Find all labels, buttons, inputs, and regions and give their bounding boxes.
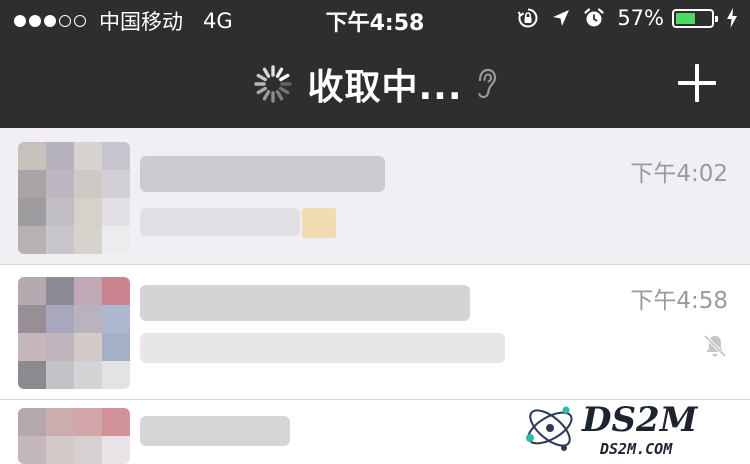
chat-row[interactable]: 下午4:58 [0, 265, 750, 399]
chat-preview-emoji-blurred [302, 208, 336, 238]
nav-title: 收取中... [307, 67, 463, 108]
spinner-spoke [263, 90, 271, 101]
battery-percent: 57% [617, 6, 664, 30]
mute-bell-icon [703, 334, 727, 358]
status-bar-right: 57% [505, 6, 738, 30]
earpiece-icon[interactable] [475, 67, 497, 101]
ds2m-watermark-logo: DS2M DS2M.COM [526, 400, 699, 458]
location-arrow-icon [551, 8, 571, 28]
avatar[interactable] [18, 142, 130, 254]
chat-time: 下午4:58 [630, 288, 728, 314]
chat-name-blurred [140, 156, 385, 192]
avatar[interactable] [18, 277, 130, 389]
watermark-brand: DS2M [581, 400, 699, 440]
nav-bar: 收取中... [0, 40, 750, 128]
chat-preview-blurred [140, 208, 300, 236]
spinner-spoke [263, 67, 271, 78]
chat-list: 下午4:02 下午4:58 DS2M DS2M.COM [0, 128, 750, 464]
nav-title-group: 收取中... [0, 40, 750, 128]
spinner-spoke [279, 73, 290, 82]
app-header: 中国移动 4G 下午4:58 57% 收取中... [0, 0, 750, 128]
spinner-spoke [257, 73, 268, 82]
spinner-spoke [276, 67, 284, 78]
avatar[interactable] [18, 408, 130, 464]
spinner-spoke [257, 86, 268, 95]
battery-icon [672, 8, 718, 28]
charging-bolt-icon [726, 7, 738, 29]
battery-tip [715, 15, 718, 22]
chat-name-blurred [140, 416, 290, 446]
battery-fill [676, 12, 696, 24]
loading-spinner-icon [254, 65, 293, 103]
add-plus-button[interactable] [678, 64, 716, 102]
spinner-spoke [276, 90, 284, 101]
spinner-spoke [279, 86, 290, 95]
status-bar: 中国移动 4G 下午4:58 57% [0, 0, 750, 40]
chat-row[interactable]: 下午4:02 [0, 128, 750, 264]
chat-name-blurred [140, 285, 470, 321]
watermark-site: DS2M.COM [599, 440, 673, 458]
chat-time: 下午4:02 [630, 161, 728, 187]
alarm-clock-icon [583, 7, 605, 29]
rotation-lock-icon [517, 7, 539, 29]
chat-preview-blurred [140, 333, 505, 363]
